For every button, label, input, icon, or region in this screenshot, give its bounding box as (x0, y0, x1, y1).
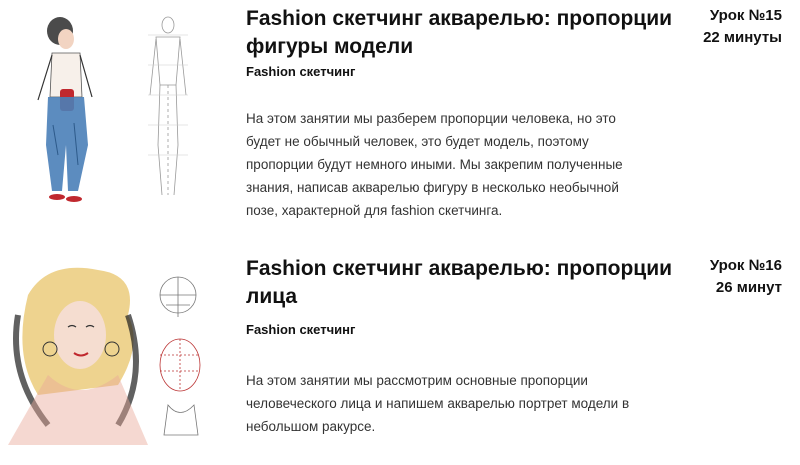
lesson-description: На этом занятии мы рассмотрим основные п… (246, 373, 630, 434)
lesson-card[interactable]: Fashion скетчинг акварелью: пропорции ли… (0, 250, 800, 465)
lesson-number: Урок №15 (709, 7, 782, 24)
face-portrait-illustration (8, 267, 201, 445)
watercolor-model-figure (37, 17, 93, 202)
lesson-thumbnail[interactable] (8, 5, 214, 213)
lesson-category: Fashion скетчинг (246, 64, 356, 79)
lesson-description: На этом занятии мы разберем пропорции че… (246, 111, 623, 218)
lesson-title[interactable]: Fashion скетчинг акварелью: пропорции фи… (246, 5, 676, 61)
lesson-title[interactable]: Fashion скетчинг акварелью: пропорции ли… (246, 255, 676, 311)
lesson-thumbnail[interactable] (8, 255, 214, 463)
lesson-category: Fashion скетчинг (246, 322, 356, 337)
lesson-duration: 26 минут (715, 279, 782, 296)
figure-sketch-illustration (37, 16, 188, 202)
lesson-meta: Урок №16 26 минут (710, 255, 782, 299)
lesson-duration: 22 минуты (703, 29, 782, 46)
face-proportion-sketches (159, 276, 201, 436)
lesson-number: Урок №16 (709, 257, 782, 274)
lesson-card[interactable]: Fashion скетчинг акварелью: пропорции фи… (0, 0, 800, 218)
watercolor-portrait (8, 267, 148, 445)
pencil-proportion-figure (148, 16, 188, 196)
lesson-meta: Урок №15 22 минуты (703, 5, 782, 49)
